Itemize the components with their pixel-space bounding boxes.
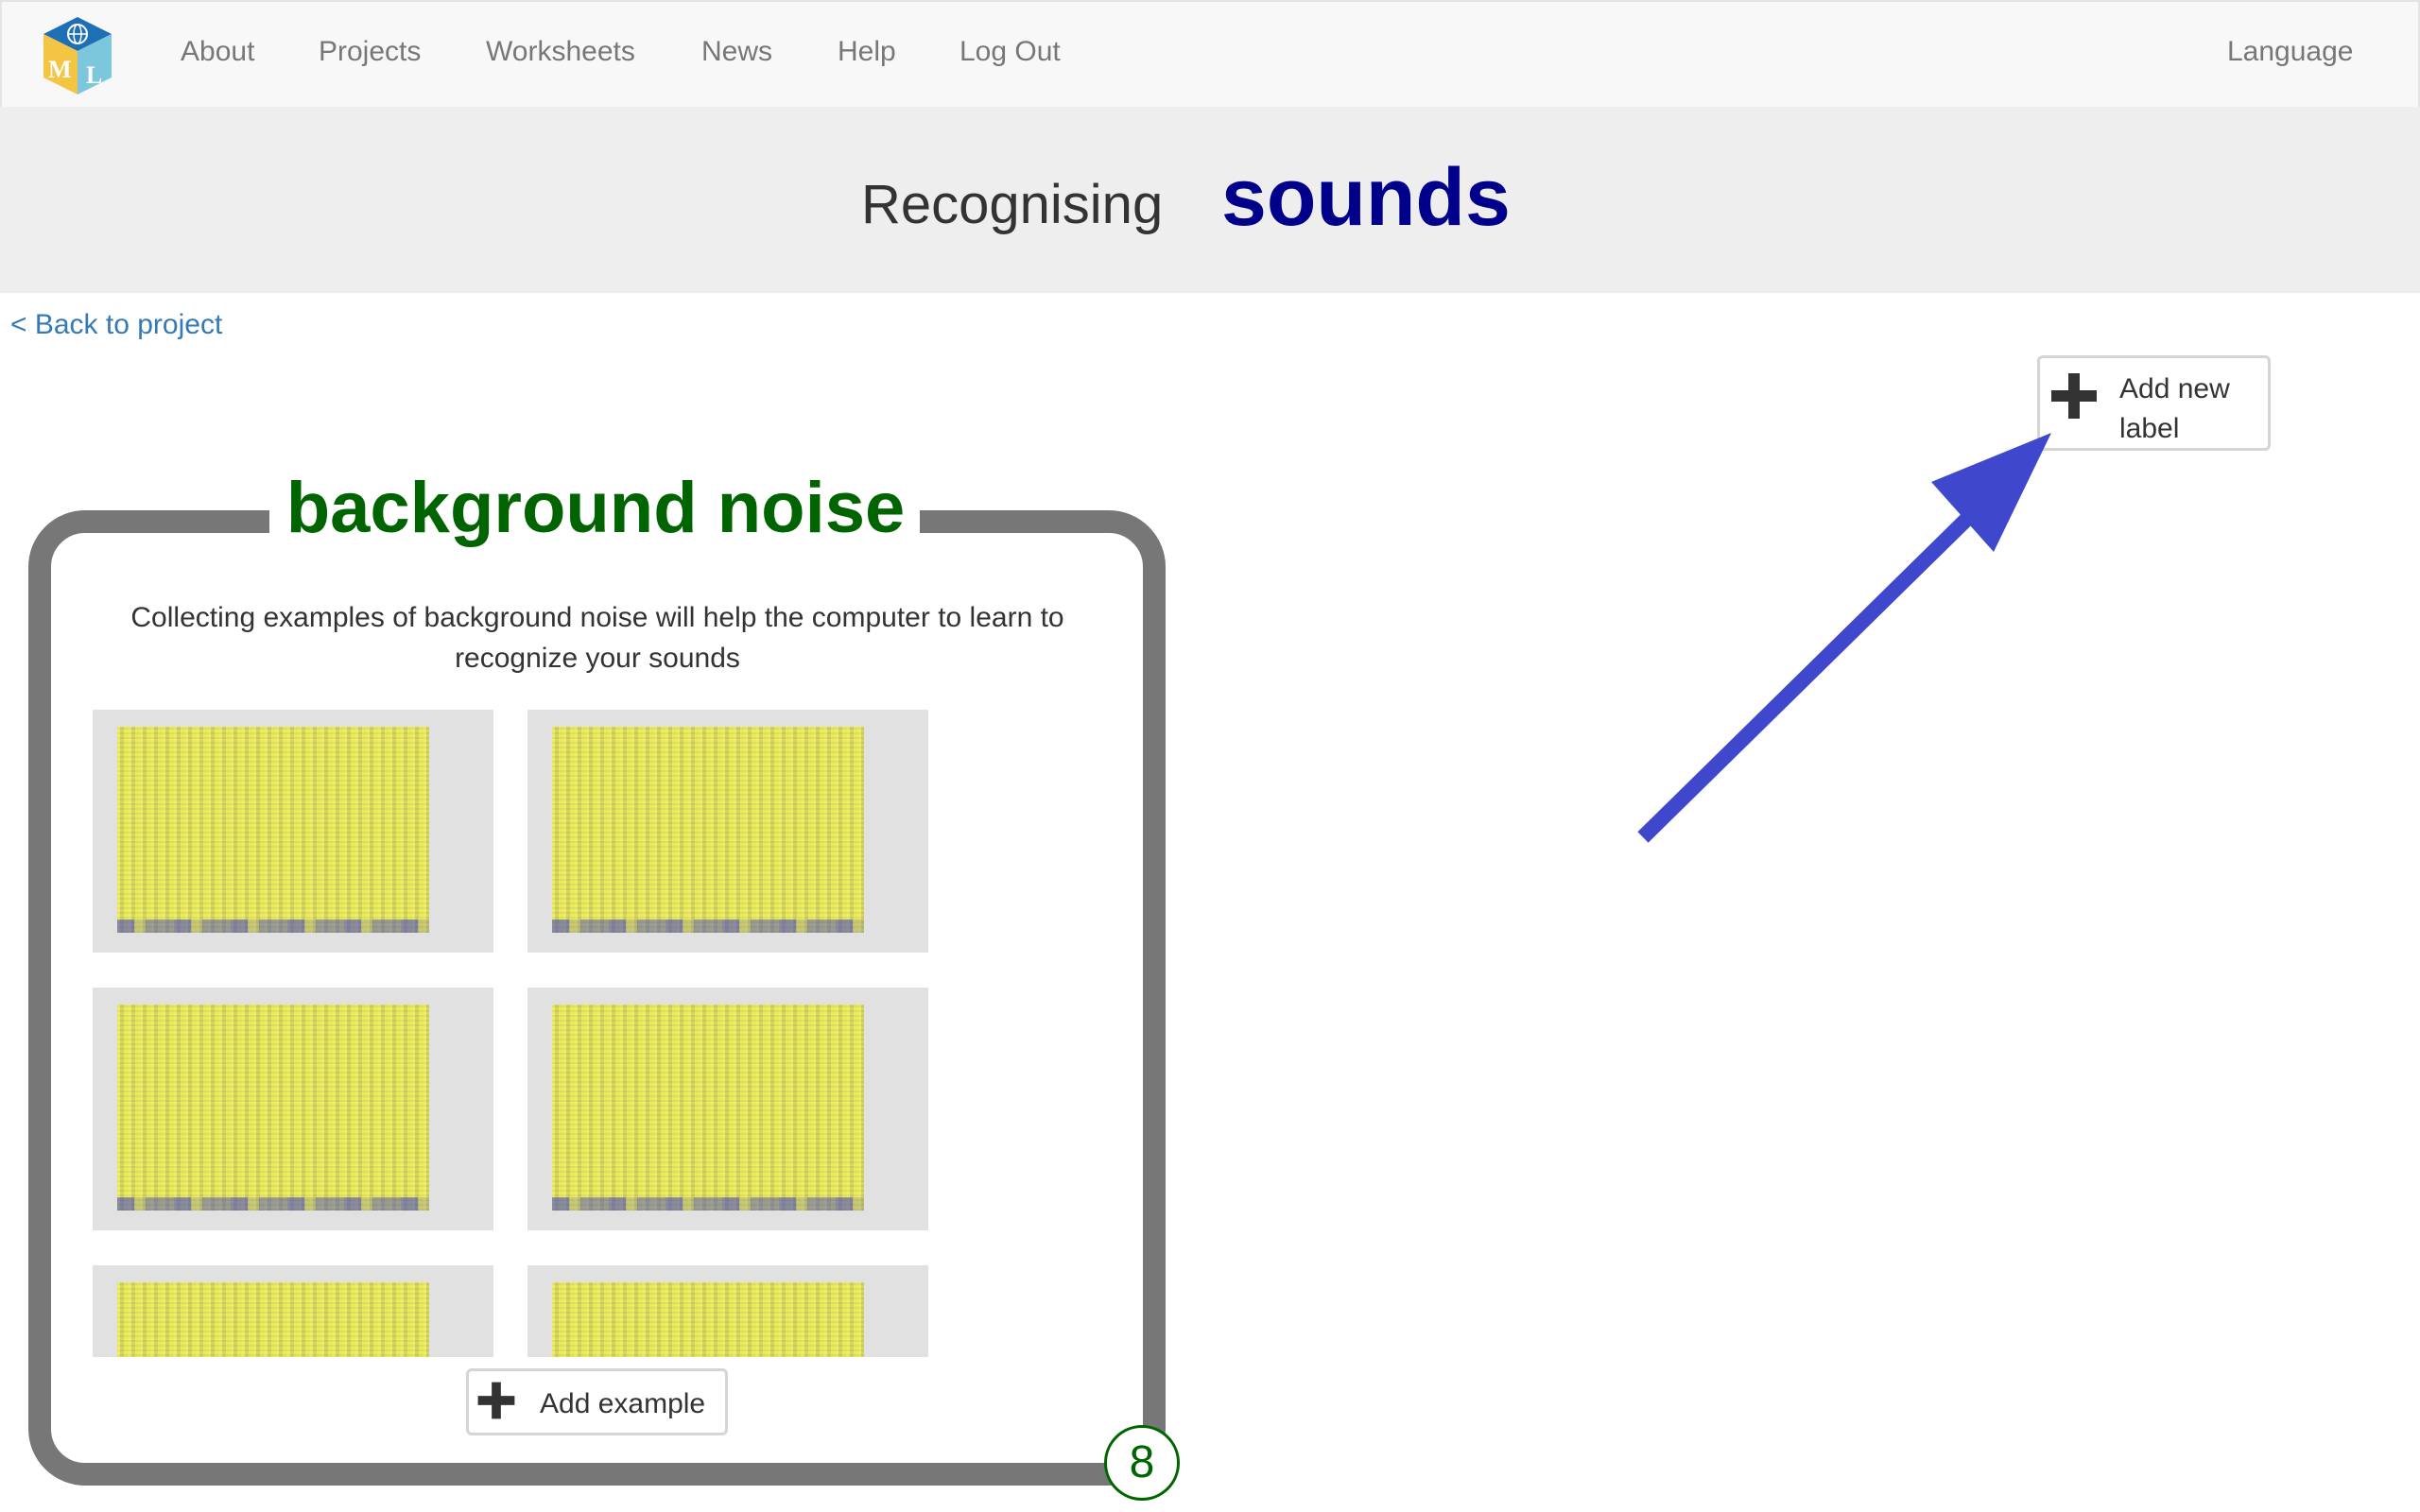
example-spectrogram[interactable] [93, 988, 493, 1230]
ml-logo[interactable]: M L [40, 15, 115, 96]
svg-text:L: L [86, 61, 102, 89]
example-spectrogram[interactable] [93, 1265, 493, 1357]
example-spectrogram[interactable] [527, 988, 928, 1230]
nav-logout[interactable]: Log Out [959, 36, 1061, 68]
example-count-badge: 8 [1104, 1425, 1180, 1501]
spectrogram-image [117, 727, 429, 933]
spectrogram-image [552, 727, 864, 933]
nav-about[interactable]: About [181, 36, 254, 68]
add-new-label-text: Add new label [2119, 373, 2230, 444]
example-spectrogram[interactable] [93, 710, 493, 953]
plus-icon [477, 1382, 515, 1419]
label-description: Collecting examples of background noise … [130, 602, 1064, 674]
spectrogram-image [552, 1005, 864, 1211]
back-to-project-link[interactable]: < Back to project [10, 309, 222, 341]
nav-help[interactable]: Help [838, 36, 896, 68]
page-title-prefix: Recognising [861, 174, 1164, 235]
nav-worksheets[interactable]: Worksheets [486, 36, 635, 68]
example-spectrogram[interactable] [527, 710, 928, 953]
plus-icon [2051, 373, 2097, 419]
nav-language[interactable]: Language [2227, 36, 2353, 68]
add-example-button[interactable]: Add example [466, 1368, 728, 1435]
spectrogram-image [117, 1282, 429, 1357]
navbar: M L About Projects Worksheets News Help … [0, 0, 2420, 109]
label-title: background noise [285, 468, 906, 548]
svg-text:M: M [48, 56, 72, 83]
nav-news[interactable]: News [701, 36, 772, 68]
add-example-text: Add example [540, 1388, 706, 1419]
page-header [0, 107, 2420, 293]
examples-grid[interactable] [93, 710, 943, 1357]
nav-projects[interactable]: Projects [319, 36, 421, 68]
add-new-label-button[interactable]: Add new label [2037, 355, 2271, 451]
spectrogram-image [117, 1005, 429, 1211]
spectrogram-image [552, 1282, 864, 1357]
example-spectrogram[interactable] [527, 1265, 928, 1357]
page-title-project-type: sounds [1221, 152, 1511, 243]
